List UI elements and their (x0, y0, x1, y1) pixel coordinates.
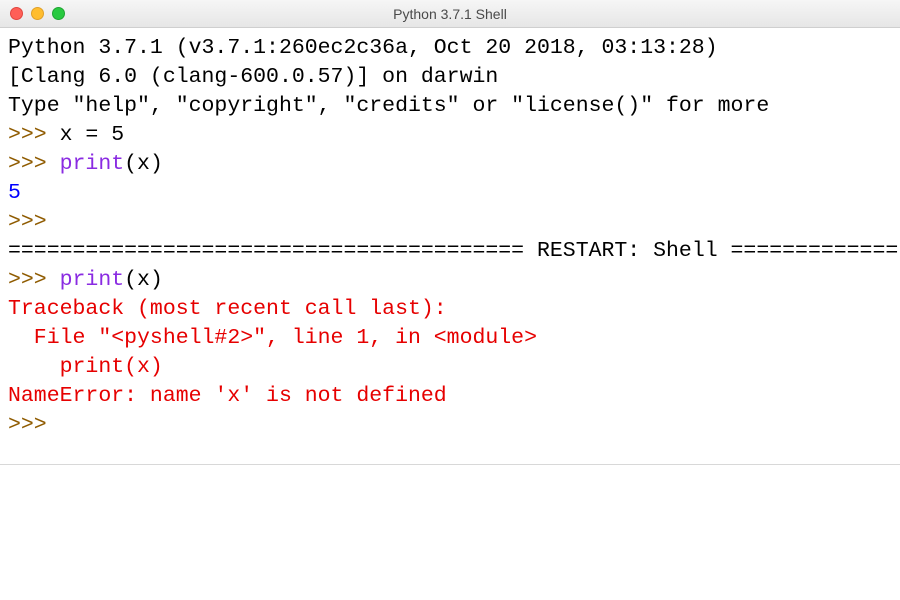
restart-separator: ========================================… (8, 239, 898, 263)
shell-input-paren: ) (150, 268, 163, 292)
shell-input-arg: x (137, 152, 150, 176)
shell-output-number: 5 (8, 181, 21, 205)
traceback-line: Traceback (most recent call last): (8, 297, 447, 321)
banner-line: [Clang 6.0 (clang-600.0.57)] on darwin (8, 65, 498, 89)
restart-sep-left: ======================================== (8, 239, 524, 263)
window-titlebar: Python 3.7.1 Shell (0, 0, 900, 28)
shell-input-paren: ) (150, 152, 163, 176)
banner-line: Type "help", "copyright", "credits" or "… (8, 94, 769, 118)
prompt: >>> (8, 152, 60, 176)
shell-output[interactable]: Python 3.7.1 (v3.7.1:260ec2c36a, Oct 20 … (0, 28, 900, 446)
restart-sep-right: ============= (731, 239, 899, 263)
traceback-line: File "<pyshell#2>", line 1, in <module> (8, 326, 537, 350)
shell-input-call: print (60, 268, 125, 292)
prompt: >>> (8, 210, 60, 234)
prompt: >>> (8, 268, 60, 292)
restart-label: RESTART: Shell (524, 239, 730, 263)
shell-input-call: print (60, 152, 125, 176)
shell-input-paren: ( (124, 152, 137, 176)
banner-line: Python 3.7.1 (v3.7.1:260ec2c36a, Oct 20 … (8, 36, 718, 60)
prompt: >>> (8, 413, 60, 437)
prompt: >>> (8, 123, 60, 147)
shell-input-arg: x (137, 268, 150, 292)
shell-input-paren: ( (124, 268, 137, 292)
divider (0, 464, 900, 465)
traceback-line: NameError: name 'x' is not defined (8, 384, 447, 408)
shell-input: x = 5 (60, 123, 125, 147)
window-title: Python 3.7.1 Shell (0, 6, 900, 22)
traceback-line: print(x) (8, 355, 163, 379)
